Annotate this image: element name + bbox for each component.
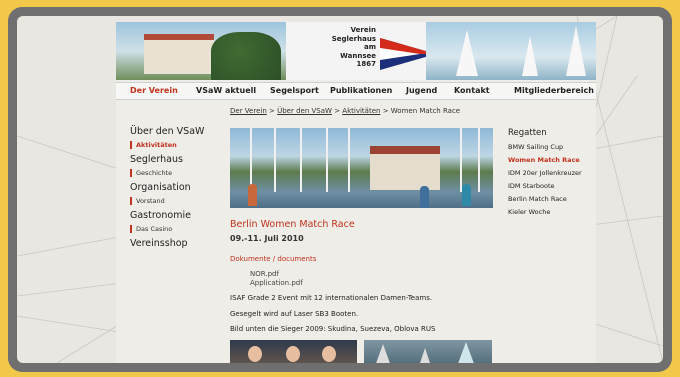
race-photo	[364, 340, 492, 363]
breadcrumb: Der Verein > Über den VSaW > Aktivitäten…	[230, 107, 461, 115]
breadcrumb-link[interactable]: Über den VSaW	[277, 107, 332, 115]
main-nav: Der Verein VSaW aktuell Segelsport Publi…	[116, 82, 596, 100]
documents-heading: Dokumente / documents	[230, 255, 317, 263]
sidebar-item-organisation[interactable]: Organisation	[130, 182, 191, 193]
nav-item-der-verein[interactable]: Der Verein	[130, 86, 178, 95]
nav-item-publikationen[interactable]: Publikationen	[330, 86, 392, 95]
regatta-item-women-match-race[interactable]: Women Match Race	[508, 156, 580, 164]
event-date: 09.-11. Juli 2010	[230, 234, 304, 243]
site-header: Verein Seglerhaus am Wannsee 1867	[116, 22, 596, 80]
sidebar-item-ueber-den-vsaw[interactable]: Über den VSaW	[130, 126, 204, 137]
regatta-item-idm-starboote[interactable]: IDM Starboote	[508, 182, 555, 190]
breadcrumb-current: Women Match Race	[390, 107, 461, 115]
nav-item-jugend[interactable]: Jugend	[406, 86, 437, 95]
sidebar-item-seglerhaus[interactable]: Seglerhaus	[130, 154, 183, 165]
sidebar-item-aktivitaeten[interactable]: Aktivitäten	[130, 141, 177, 149]
nav-item-segelsport[interactable]: Segelsport	[270, 86, 319, 95]
sidebar-item-vereinsshop[interactable]: Vereinsshop	[130, 238, 188, 249]
sidebar-item-vorstand[interactable]: Vorstand	[130, 197, 165, 205]
paragraph-event: ISAF Grade 2 Event mit 12 internationale…	[230, 294, 433, 302]
monitor-frame: Verein Seglerhaus am Wannsee 1867 Der Ve…	[8, 7, 672, 372]
regatta-item-idm-20er-jollenkreuzer[interactable]: IDM 20er Jollenkreuzer	[508, 169, 582, 177]
browser-screen: Verein Seglerhaus am Wannsee 1867 Der Ve…	[17, 16, 663, 363]
marina-photo	[230, 128, 493, 208]
nav-item-vsaw-aktuell[interactable]: VSaW aktuell	[196, 86, 256, 95]
pdf-link-application[interactable]: Application.pdf	[250, 279, 303, 287]
sailing-photo	[426, 22, 596, 80]
paragraph-boats: Gesegelt wird auf Laser SB3 Booten.	[230, 310, 359, 318]
nav-item-mitgliederbereich[interactable]: Mitgliederbereich	[514, 86, 594, 95]
pdf-link-nor[interactable]: NOR.pdf	[250, 270, 279, 278]
club-logo-text: Verein Seglerhaus am Wannsee 1867	[331, 26, 376, 68]
regatta-item-berlin-match-race[interactable]: Berlin Match Race	[508, 195, 567, 203]
regatta-item-bmw-sailing-cup[interactable]: BMW Sailing Cup	[508, 143, 563, 151]
article-title: Berlin Women Match Race	[230, 219, 355, 230]
sidebar-item-geschichte[interactable]: Geschichte	[130, 169, 172, 177]
paragraph-winners: Bild unten die Sieger 2009: Skudina, Sue…	[230, 325, 436, 333]
sidebar-item-gastronomie[interactable]: Gastronomie	[130, 210, 191, 221]
sidebar-item-das-casino[interactable]: Das Casino	[130, 225, 172, 233]
nav-item-kontakt[interactable]: Kontakt	[454, 86, 490, 95]
clubhouse-photo	[116, 22, 286, 80]
breadcrumb-link[interactable]: Der Verein	[230, 107, 267, 115]
regatten-heading: Regatten	[508, 128, 547, 138]
breadcrumb-link[interactable]: Aktivitäten	[342, 107, 380, 115]
winners-photo	[230, 340, 357, 363]
regatta-item-kieler-woche[interactable]: Kieler Woche	[508, 208, 550, 216]
web-page: Verein Seglerhaus am Wannsee 1867 Der Ve…	[116, 22, 596, 363]
